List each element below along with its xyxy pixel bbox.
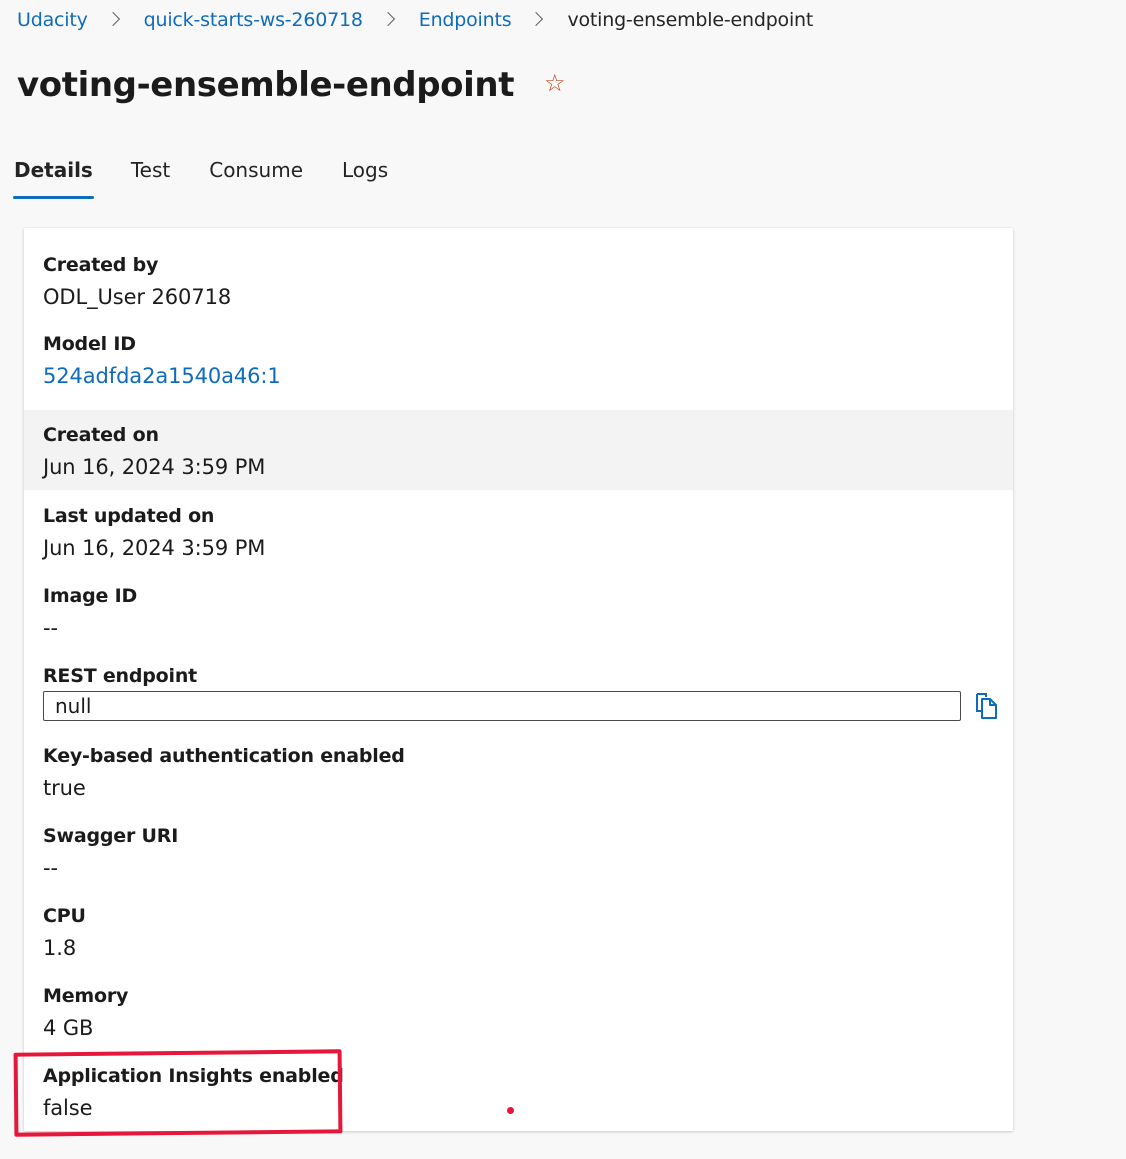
field-value: Jun 16, 2024 3:59 PM xyxy=(43,536,266,560)
page-header: voting-ensemble-endpoint ☆ xyxy=(17,62,566,108)
tab-consume[interactable]: Consume xyxy=(209,150,303,190)
field-value: -- xyxy=(43,616,58,640)
tab-test[interactable]: Test xyxy=(131,150,170,190)
chevron-right-icon xyxy=(380,11,395,27)
page-title: voting-ensemble-endpoint xyxy=(17,65,515,105)
field-label: Created by xyxy=(43,254,159,276)
field-label: Swagger URI xyxy=(43,825,179,847)
field-value: true xyxy=(43,776,86,800)
rest-endpoint-field[interactable] xyxy=(43,691,961,721)
tab-details-label: Details xyxy=(14,158,93,182)
field-created-on: Created on Jun 16, 2024 3:59 PM xyxy=(24,410,1013,490)
field-label: Model ID xyxy=(43,333,136,355)
field-label: Key-based authentication enabled xyxy=(43,745,405,767)
field-label: Application Insights enabled xyxy=(43,1065,344,1087)
tab-consume-label: Consume xyxy=(209,158,303,182)
breadcrumb: Udacity quick-starts-ws-260718 Endpoints… xyxy=(17,6,813,34)
field-key-auth: Key-based authentication enabled true xyxy=(24,741,1013,805)
tab-test-label: Test xyxy=(130,158,171,182)
field-rest-endpoint-label: REST endpoint xyxy=(24,661,1013,691)
tab-logs-label: Logs xyxy=(342,158,389,182)
field-value: 1.8 xyxy=(43,936,77,960)
copy-icon[interactable] xyxy=(974,692,1000,720)
tab-logs[interactable]: Logs xyxy=(342,150,388,190)
chevron-right-icon xyxy=(105,11,120,27)
breadcrumb-endpoints[interactable]: Endpoints xyxy=(419,9,512,31)
field-value: Jun 16, 2024 3:59 PM xyxy=(43,455,266,479)
field-label: CPU xyxy=(43,905,86,927)
field-value: ODL_User 260718 xyxy=(43,285,232,309)
model-id-link[interactable]: 524adfda2a1540a46:1 xyxy=(43,359,1013,393)
field-value: 4 GB xyxy=(43,1016,94,1040)
field-cpu: CPU 1.8 xyxy=(24,901,1013,965)
active-tab-indicator xyxy=(13,196,94,199)
details-card: Created by ODL_User 260718 Model ID 524a… xyxy=(24,228,1013,1131)
field-memory: Memory 4 GB xyxy=(24,981,1013,1045)
breadcrumb-workspace[interactable]: quick-starts-ws-260718 xyxy=(144,9,363,31)
field-image-id: Image ID -- xyxy=(24,581,1013,645)
field-label: REST endpoint xyxy=(43,665,198,687)
breadcrumb-current: voting-ensemble-endpoint xyxy=(567,9,814,31)
breadcrumb-udacity[interactable]: Udacity xyxy=(17,9,88,31)
field-swagger-uri: Swagger URI -- xyxy=(24,821,1013,885)
field-last-updated-on: Last updated on Jun 16, 2024 3:59 PM xyxy=(24,501,1013,565)
field-label: Image ID xyxy=(43,585,138,607)
field-created-by: Created by ODL_User 260718 xyxy=(24,250,1013,314)
field-label: Memory xyxy=(43,985,129,1007)
field-app-insights: Application Insights enabled false xyxy=(24,1061,1013,1125)
field-value: -- xyxy=(43,856,58,880)
field-value: false xyxy=(43,1096,93,1120)
tab-bar: Details Test Consume Logs xyxy=(0,150,388,202)
field-label: Created on xyxy=(43,424,159,446)
field-label: Last updated on xyxy=(43,505,215,527)
star-icon[interactable]: ☆ xyxy=(544,71,566,95)
tab-details[interactable]: Details xyxy=(13,150,94,199)
chevron-right-icon xyxy=(529,11,544,27)
field-model-id: Model ID 524adfda2a1540a46:1 xyxy=(24,329,1013,393)
